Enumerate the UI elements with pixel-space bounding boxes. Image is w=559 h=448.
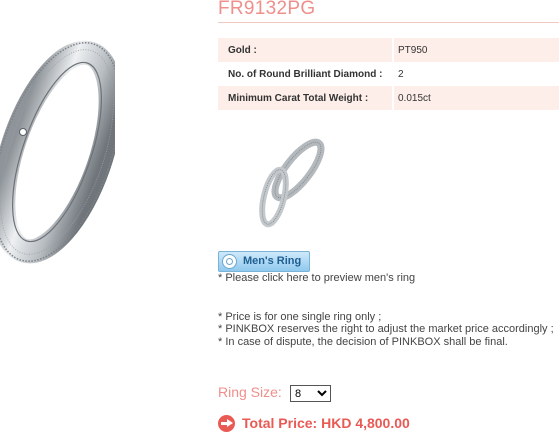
ring-size-label: Ring Size: bbox=[218, 384, 282, 400]
spec-row: Minimum Carat Total Weight : 0.015ct bbox=[218, 86, 559, 110]
mens-ring-button-label: Men's Ring bbox=[243, 255, 302, 267]
couple-rings-image bbox=[259, 138, 325, 228]
title-divider bbox=[218, 22, 559, 23]
spec-label: No. of Round Brilliant Diamond : bbox=[228, 68, 383, 80]
spec-label: Minimum Carat Total Weight : bbox=[218, 86, 392, 110]
spec-value: PT950 bbox=[394, 38, 559, 62]
spec-table: Gold : PT950 No. of Round Brilliant Diam… bbox=[218, 38, 559, 110]
mens-ring-preview-note: * Please click here to preview men's rin… bbox=[218, 272, 416, 284]
total-price: Total Price: HKD 4,800.00 bbox=[242, 415, 410, 431]
spec-row: Gold : PT950 bbox=[218, 38, 559, 62]
spec-value: 2 bbox=[398, 68, 404, 80]
ring-product-image bbox=[0, 40, 115, 264]
product-code-title: FR9132PG bbox=[218, 0, 316, 19]
price-note: * Price is for one single ring only ; bbox=[218, 311, 382, 323]
price-note: * In case of dispute, the decision of PI… bbox=[218, 336, 508, 348]
ring-size-select[interactable]: 8 bbox=[290, 385, 331, 402]
spec-value: 0.015ct bbox=[394, 86, 559, 110]
arrow-right-circle-icon bbox=[218, 415, 235, 432]
spec-row: No. of Round Brilliant Diamond : 2 bbox=[218, 62, 559, 86]
spec-label: Gold : bbox=[218, 38, 392, 62]
ring-icon bbox=[222, 254, 237, 269]
price-note: * PINKBOX reserves the right to adjust t… bbox=[218, 323, 554, 335]
mens-ring-button[interactable]: Men's Ring bbox=[218, 251, 310, 272]
